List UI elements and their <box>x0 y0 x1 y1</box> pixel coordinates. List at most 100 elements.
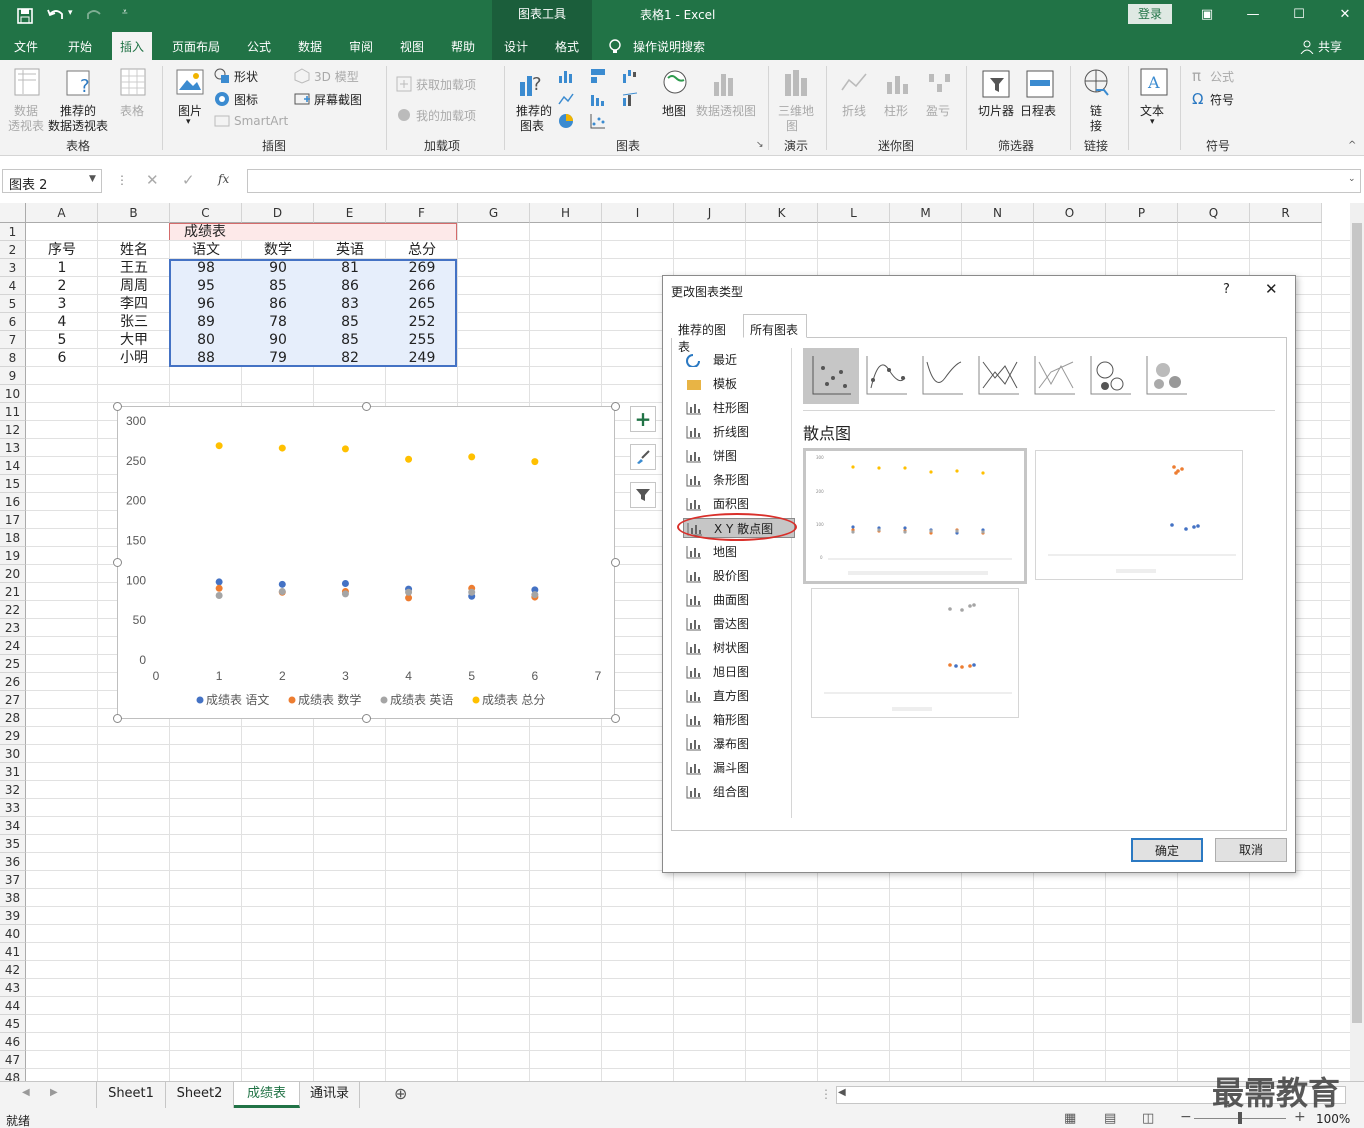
vertical-scrollbar[interactable] <box>1350 203 1364 1081</box>
subtype-scatter-selected[interactable] <box>803 348 859 404</box>
screenshot-label[interactable]: 屏幕截图 <box>314 91 362 108</box>
category-item[interactable]: 瀑布图 <box>683 734 795 754</box>
category-item[interactable]: 饼图 <box>683 446 795 466</box>
resize-handle[interactable] <box>113 558 122 567</box>
cell-B2[interactable]: 姓名 <box>98 241 170 259</box>
subtype-3d-bubble[interactable] <box>1139 348 1195 404</box>
column-header-M[interactable]: M <box>890 203 962 223</box>
category-item[interactable]: 树状图 <box>683 638 795 658</box>
link-label-2[interactable]: 接 <box>1090 117 1102 134</box>
row-header-26[interactable]: 26 <box>0 673 26 691</box>
cell-C8[interactable]: 88 <box>170 349 242 367</box>
tab-file[interactable]: 文件 <box>14 38 38 55</box>
cell-D3[interactable]: 90 <box>242 259 314 277</box>
row-header-32[interactable]: 32 <box>0 781 26 799</box>
cell-C4[interactable]: 95 <box>170 277 242 295</box>
symbol-label[interactable]: 符号 <box>1210 91 1234 108</box>
row-header-36[interactable]: 36 <box>0 853 26 871</box>
model-3d-label[interactable]: 3D 模型 <box>314 68 359 85</box>
cell-E3[interactable]: 81 <box>314 259 386 277</box>
cell-A7[interactable]: 5 <box>26 331 98 349</box>
insert-function-icon[interactable]: fx <box>218 172 229 186</box>
category-item[interactable]: 漏斗图 <box>683 758 795 778</box>
recommended-pivot-label-2[interactable]: 数据透视表 <box>48 117 108 134</box>
tab-all-charts[interactable]: 所有图表 <box>743 314 807 338</box>
redo-icon[interactable] <box>84 6 104 24</box>
row-header-25[interactable]: 25 <box>0 655 26 673</box>
column-header-L[interactable]: L <box>818 203 890 223</box>
help-icon[interactable]: ? <box>1223 282 1230 297</box>
category-item[interactable]: 组合图 <box>683 782 795 802</box>
category-item[interactable]: 箱形图 <box>683 710 795 730</box>
row-header-33[interactable]: 33 <box>0 799 26 817</box>
table-label[interactable]: 表格 <box>120 102 144 119</box>
cell-B4[interactable]: 周周 <box>98 277 170 295</box>
row-header-15[interactable]: 15 <box>0 475 26 493</box>
cell-C5[interactable]: 96 <box>170 295 242 313</box>
category-item[interactable]: 折线图 <box>683 422 795 442</box>
cell-D5[interactable]: 86 <box>242 295 314 313</box>
pivot-table-label-2[interactable]: 透视表 <box>8 117 44 134</box>
scatter-chart-icon[interactable] <box>590 113 606 129</box>
category-item[interactable]: 面积图 <box>683 494 795 514</box>
cell-C3[interactable]: 98 <box>170 259 242 277</box>
equation-label[interactable]: 公式 <box>1210 68 1234 85</box>
next-sheet-icon[interactable]: ▶ <box>50 1087 58 1098</box>
name-box-dropdown-icon[interactable]: ▼ <box>89 174 96 184</box>
resize-handle[interactable] <box>362 402 371 411</box>
cancel-icon[interactable]: ✕ <box>146 171 159 189</box>
subtype-smooth-lines[interactable] <box>915 348 971 404</box>
chart-styles-brush-icon[interactable] <box>630 444 656 470</box>
cell-B6[interactable]: 张三 <box>98 313 170 331</box>
column-header-F[interactable]: F <box>386 203 458 223</box>
row-header-1[interactable]: 1 <box>0 223 26 241</box>
zoom-out-icon[interactable]: − <box>1180 1109 1192 1125</box>
row-header-5[interactable]: 5 <box>0 295 26 313</box>
subtype-smooth-markers[interactable] <box>859 348 915 404</box>
stat-chart-icon[interactable] <box>590 91 606 107</box>
resize-handle[interactable] <box>611 402 620 411</box>
column-header-E[interactable]: E <box>314 203 386 223</box>
cell-F7[interactable]: 255 <box>386 331 458 349</box>
page-break-icon[interactable]: ◫ <box>1142 1111 1154 1126</box>
name-box[interactable]: 图表 2 <box>2 169 102 193</box>
share-button[interactable]: 共享 <box>1318 38 1342 55</box>
row-header-6[interactable]: 6 <box>0 313 26 331</box>
undo-dropdown-icon[interactable]: ▾ <box>68 8 73 18</box>
row-header-42[interactable]: 42 <box>0 961 26 979</box>
close-dialog-icon[interactable]: ✕ <box>1265 280 1278 298</box>
save-icon[interactable] <box>16 7 34 25</box>
tab-insert[interactable]: 插入 <box>112 32 153 60</box>
cell-F2[interactable]: 总分 <box>386 241 458 259</box>
row-header-2[interactable]: 2 <box>0 241 26 259</box>
tell-me-search[interactable]: 操作说明搜索 <box>633 38 705 55</box>
cell-B5[interactable]: 李四 <box>98 295 170 313</box>
maximize-icon[interactable]: ☐ <box>1284 4 1314 26</box>
undo-icon[interactable] <box>46 6 66 24</box>
timeline-label[interactable]: 日程表 <box>1020 102 1056 119</box>
tab-help[interactable]: 帮助 <box>451 38 475 55</box>
cell-C2[interactable]: 语文 <box>170 241 242 259</box>
cell-A6[interactable]: 4 <box>26 313 98 331</box>
column-header-P[interactable]: P <box>1106 203 1178 223</box>
preview-chart-3[interactable] <box>811 588 1019 718</box>
cell-E2[interactable]: 英语 <box>314 241 386 259</box>
category-item[interactable]: 股价图 <box>683 566 795 586</box>
row-header-45[interactable]: 45 <box>0 1015 26 1033</box>
row-header-4[interactable]: 4 <box>0 277 26 295</box>
cell-D2[interactable]: 数学 <box>242 241 314 259</box>
sparkline-winloss-label[interactable]: 盈亏 <box>926 102 950 119</box>
tab-page-layout[interactable]: 页面布局 <box>172 38 220 55</box>
category-item[interactable]: 直方图 <box>683 686 795 706</box>
smartart-label[interactable]: SmartArt <box>234 114 288 128</box>
sheet-tab-sheet1[interactable]: Sheet1 <box>96 1082 166 1108</box>
row-header-14[interactable]: 14 <box>0 457 26 475</box>
expand-formula-icon[interactable]: ⌄ <box>1348 174 1356 184</box>
preview-chart-1[interactable]: 300 200 100 0 <box>803 448 1027 584</box>
column-header-D[interactable]: D <box>242 203 314 223</box>
scatter-chart[interactable]: 0 50 100 150 200 250 300 0 1 2 3 4 5 6 7 成绩表 语文 成绩表 数学 成绩… <box>117 406 615 719</box>
row-header-8[interactable]: 8 <box>0 349 26 367</box>
sheet-tab-contacts[interactable]: 通讯录 <box>300 1082 360 1108</box>
row-header-37[interactable]: 37 <box>0 871 26 889</box>
tab-view[interactable]: 视图 <box>400 38 424 55</box>
